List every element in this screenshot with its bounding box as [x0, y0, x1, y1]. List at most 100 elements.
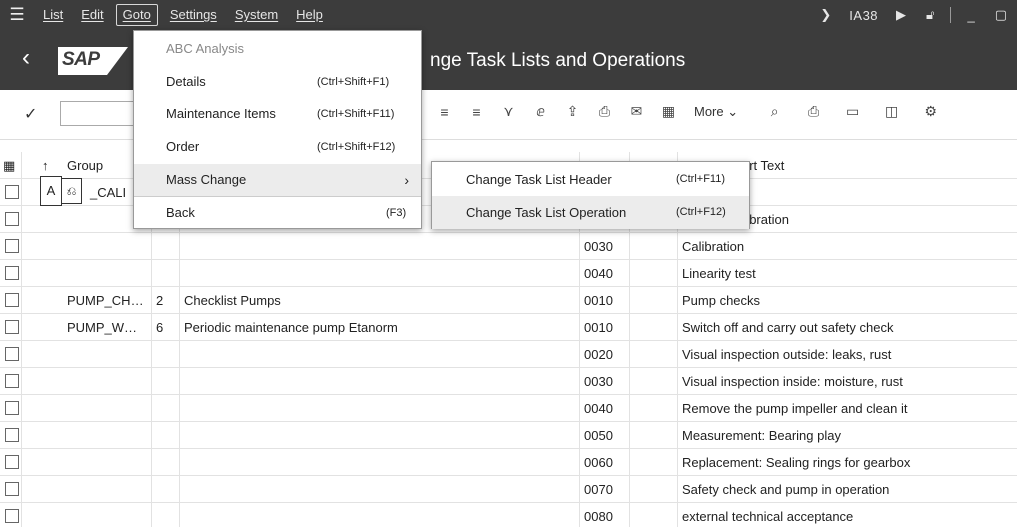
row-select-cell[interactable] [0, 314, 22, 341]
table-row[interactable]: PUMP_W… 6 Periodic maintenance pump Etanor… [0, 314, 1017, 341]
mail-icon[interactable]: ✉ [624, 103, 649, 120]
row-select-cell[interactable] [0, 179, 22, 206]
row-checkbox[interactable] [5, 266, 19, 280]
table-row[interactable]: 0060 Replacement: Sealing rings for gearb… [0, 449, 1017, 476]
mass-change-submenu: Change Task List Header (Ctrl+F11) Change… [431, 161, 750, 229]
menu-help[interactable]: Help [287, 0, 332, 30]
search-icon[interactable]: ⌕ [762, 103, 787, 120]
goto-maintenance-items[interactable]: Maintenance Items (Ctrl+Shift+F11) [134, 98, 421, 130]
row-checkbox[interactable] [5, 293, 19, 307]
window-icon[interactable]: ▭ [840, 103, 865, 120]
row-checkbox[interactable] [5, 401, 19, 415]
table-row[interactable]: 0030 Calibration [0, 233, 1017, 260]
menu-system[interactable]: System [226, 0, 287, 30]
print-preview-icon[interactable]: ⎙ [592, 103, 617, 120]
export-icon[interactable]: ⇪ [560, 103, 585, 120]
align-left-icon[interactable]: ≡ [432, 104, 457, 120]
cell-counter [152, 476, 180, 503]
table-row[interactable]: 0040 Linearity test [0, 260, 1017, 287]
row-select-cell[interactable] [0, 233, 22, 260]
change-task-list-operation[interactable]: Change Task List Operation (Ctrl+F12) [432, 196, 749, 229]
row-checkbox[interactable] [5, 482, 19, 496]
filter-icon[interactable]: ⋎ [496, 103, 521, 120]
subtotal-icon[interactable]: ⅇ [528, 103, 553, 120]
goto-mass-change[interactable]: Mass Change › [134, 164, 421, 196]
checkmark-icon[interactable]: ✓ [24, 104, 37, 124]
menubar-right: ❯ IA38 ▶ 🔓︎ _ ▢ [810, 0, 1017, 30]
row-checkbox[interactable] [5, 509, 19, 523]
more-button[interactable]: More ⌄ [694, 104, 738, 120]
menu-list[interactable]: List [34, 0, 72, 30]
menu-settings[interactable]: Settings [161, 0, 226, 30]
cell-operation: 0050 [580, 422, 630, 449]
row-checkbox[interactable] [5, 374, 19, 388]
grid-icon[interactable]: ▦ [3, 152, 15, 179]
command-field[interactable] [60, 101, 140, 126]
table-row[interactable]: 0080 external technical acceptance [0, 503, 1017, 527]
row-select-cell[interactable] [0, 368, 22, 395]
cell-extra [630, 260, 678, 287]
row-checkbox[interactable] [5, 428, 19, 442]
hamburger-menu-icon[interactable]: ☰ [0, 0, 34, 30]
cell-group [62, 395, 152, 422]
row-select-cell[interactable] [0, 260, 22, 287]
change-task-list-header[interactable]: Change Task List Header (Ctrl+F11) [432, 163, 749, 196]
new-window-icon[interactable]: ◫ [879, 103, 904, 120]
row-checkbox[interactable] [5, 347, 19, 361]
table-row[interactable]: 0050 Measurement: Bearing play [0, 422, 1017, 449]
play-icon[interactable]: ▶ [896, 7, 906, 23]
goto-back[interactable]: Back (F3) [134, 196, 421, 228]
table-row[interactable]: 0040 Remove the pump impeller and clean i… [0, 395, 1017, 422]
row-checkbox[interactable] [5, 185, 19, 199]
goto-dropdown: ABC Analysis Details (Ctrl+Shift+F1) Main… [133, 30, 422, 229]
cell-description [180, 422, 580, 449]
goto-details[interactable]: Details (Ctrl+Shift+F1) [134, 66, 421, 98]
maximize-icon[interactable]: ▢ [995, 7, 1007, 23]
row-checkbox[interactable] [5, 212, 19, 226]
table-row[interactable]: 0070 Safety check and pump in operation [0, 476, 1017, 503]
row-select-cell[interactable] [0, 449, 22, 476]
back-arrow-icon[interactable]: ‹ [22, 44, 30, 72]
cell-operation: 0030 [580, 368, 630, 395]
cell-short-text: Replacement: Sealing rings for gearbox [682, 455, 911, 470]
settings-icon[interactable]: ⚙ [918, 103, 943, 120]
row-select-cell[interactable] [0, 287, 22, 314]
row-select-cell[interactable] [0, 341, 22, 368]
row-select-cell[interactable] [0, 503, 22, 527]
select-all-cell[interactable]: ▦ [0, 152, 22, 179]
lock-icon[interactable]: 🔓︎ [926, 7, 934, 23]
row-select-cell[interactable] [0, 206, 22, 233]
cell-description: Checklist Pumps [180, 287, 580, 314]
cell-short-text: Pump checks [682, 293, 761, 308]
row-checkbox[interactable] [5, 239, 19, 253]
goto-abc-analysis[interactable]: ABC Analysis [134, 33, 421, 65]
table-row[interactable]: 0020 Visual inspection outside: leaks, ru… [0, 341, 1017, 368]
goto-order[interactable]: Order (Ctrl+Shift+F12) [134, 131, 421, 163]
transaction-code: IA38 [849, 7, 879, 23]
menu-shortcut: (Ctrl+F11) [676, 173, 725, 185]
sort-icon[interactable]: ↑ [42, 152, 49, 179]
cell-short-text: Measurement: Bearing play [682, 428, 841, 443]
row-select-cell[interactable] [0, 476, 22, 503]
more-label: More [694, 103, 724, 119]
print-icon[interactable]: ⎙ [801, 103, 826, 120]
row-select-cell[interactable] [0, 422, 22, 449]
cell-operation: 0010 [580, 287, 630, 314]
cell-extra [630, 395, 678, 422]
table-row[interactable]: PUMP_CH… 2 Checklist Pumps 0010 Pump checks [0, 287, 1017, 314]
menu-edit[interactable]: Edit [72, 0, 112, 30]
row-checkbox[interactable] [5, 455, 19, 469]
cell-extra [630, 287, 678, 314]
table-row[interactable]: 0030 Visual inspection inside: moisture, … [0, 368, 1017, 395]
submenu-arrow-icon: › [404, 172, 409, 188]
menu-shortcut: (Ctrl+Shift+F11) [317, 108, 395, 120]
minimize-icon[interactable]: _ [967, 8, 974, 23]
cell-short-text: Linearity test [682, 266, 756, 281]
chevron-right-icon[interactable]: ❯ [820, 7, 831, 23]
cell-group [62, 341, 152, 368]
row-checkbox[interactable] [5, 320, 19, 334]
spreadsheet-icon[interactable]: ▦ [656, 103, 681, 120]
align-right-icon[interactable]: ≡ [464, 104, 489, 120]
row-select-cell[interactable] [0, 395, 22, 422]
menu-goto[interactable]: Goto [115, 4, 158, 26]
